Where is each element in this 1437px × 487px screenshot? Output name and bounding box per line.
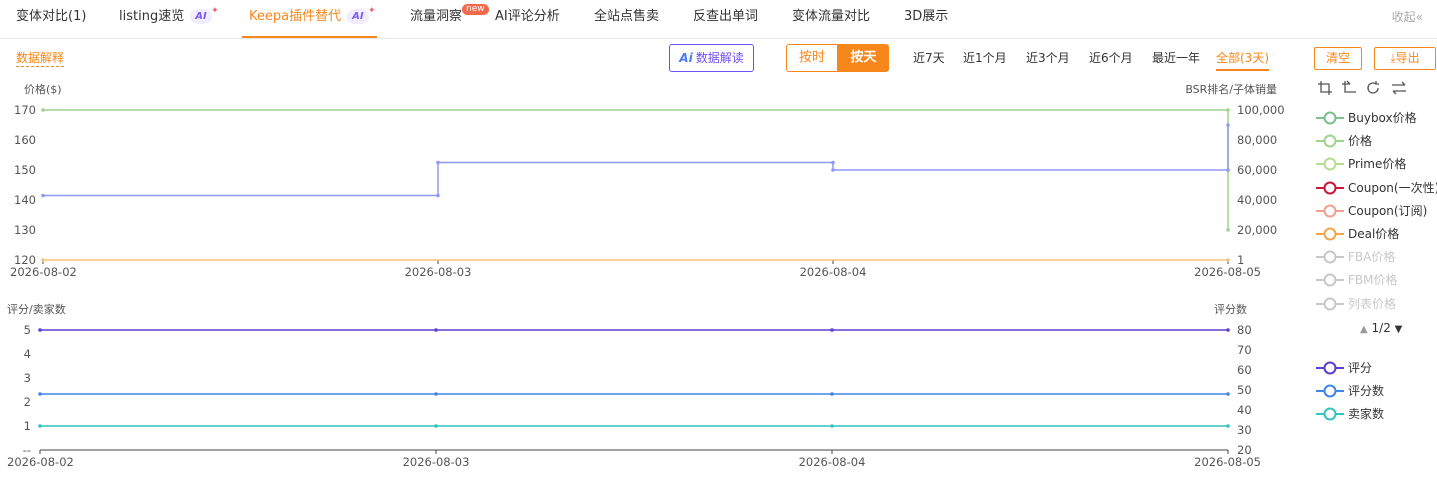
series-point <box>831 160 835 165</box>
legend-label: FBM价格 <box>1348 273 1398 288</box>
x-tick-label: 2026-08-04 <box>800 265 867 279</box>
series-point <box>1226 168 1230 172</box>
export-label: 导出 <box>1395 51 1420 65</box>
series-point <box>436 193 440 198</box>
y-axis-right-title: BSR排名/子体销量 <box>1185 82 1277 96</box>
legend-marker-icon <box>1316 111 1344 125</box>
x-tick-label: 2026-08-03 <box>403 455 470 469</box>
legend-label: Coupon(一次性) <box>1348 180 1437 195</box>
series-point <box>830 328 834 332</box>
series-point <box>1226 424 1230 428</box>
y-axis-right-title: 评分数 <box>1214 303 1247 316</box>
price-bsr-chart: 价格($) BSR排名/子体销量170160150140130120100,000… <box>10 82 1285 279</box>
rating-chart: 评分/卖家数 评分数54321--807060504030202026-08-02… <box>7 302 1261 469</box>
series-point <box>1226 108 1230 112</box>
series-point <box>436 160 440 165</box>
clear-button[interactable]: 清空 <box>1314 47 1362 70</box>
series-point <box>41 193 45 198</box>
legend-label: 评分 <box>1348 361 1373 375</box>
series-point <box>830 424 834 428</box>
y-axis-left-title: 评分/卖家数 <box>7 302 66 316</box>
legend-marker-icon <box>1316 204 1344 218</box>
x-tick-label: 2026-08-04 <box>799 455 866 469</box>
series-point <box>41 258 45 262</box>
y-axis-left-title: 价格($) <box>24 82 62 96</box>
legend-pager: ▲ 1/2 ▼ <box>1360 320 1402 338</box>
series-point <box>38 424 42 428</box>
y-tick-right: 80,000 <box>1237 133 1277 147</box>
export-button[interactable]: ⤓导出 <box>1374 47 1436 70</box>
legend-label: 卖家数 <box>1348 407 1385 421</box>
y-tick-left: 150 <box>14 163 36 177</box>
x-tick-label: 2026-08-03 <box>405 265 472 279</box>
series-point <box>38 392 42 396</box>
x-tick-label: 2026-08-02 <box>10 265 77 279</box>
y-tick-right: 80 <box>1237 323 1252 337</box>
y-tick-left: 140 <box>14 193 36 207</box>
y-tick-right: 40,000 <box>1237 193 1277 207</box>
crop-icon[interactable] <box>1317 80 1333 96</box>
series-point <box>38 328 42 332</box>
series-point <box>1226 123 1230 127</box>
legend-marker-icon <box>1316 407 1344 421</box>
legend-marker-icon <box>1316 181 1344 195</box>
swap-icon[interactable] <box>1391 80 1407 96</box>
y-tick-right: 60,000 <box>1237 163 1277 177</box>
legend-marker-icon <box>1316 227 1344 241</box>
legend-marker-icon <box>1316 297 1344 311</box>
legend-label: 价格 <box>1348 134 1373 149</box>
arrow-down-icon[interactable]: ▼ <box>1395 324 1403 335</box>
series-point <box>1226 228 1230 232</box>
collapse-button[interactable]: 收起« <box>1392 8 1423 25</box>
y-tick-right: 40 <box>1237 403 1252 417</box>
y-tick-left: 3 <box>24 371 31 385</box>
y-tick-left: 5 <box>24 323 31 337</box>
legend-label: Coupon(订阅) <box>1348 203 1428 218</box>
series-point <box>1226 328 1230 332</box>
y-tick-right: 100,000 <box>1237 103 1285 117</box>
series-point <box>434 328 438 332</box>
series-point <box>1226 258 1230 262</box>
y-tick-right: 50 <box>1237 383 1252 397</box>
y-tick-right: 30 <box>1237 423 1252 437</box>
y-tick-left: 1 <box>24 419 31 433</box>
charts: 价格($) BSR排名/子体销量170160150140130120100,000… <box>7 82 1285 469</box>
legend-marker-icon <box>1316 134 1344 148</box>
x-tick-label: 2026-08-05 <box>1194 265 1261 279</box>
y-tick-left: 130 <box>14 223 36 237</box>
arrow-up-icon[interactable]: ▲ <box>1360 324 1368 335</box>
legend-marker-icon <box>1316 361 1344 375</box>
y-tick-right: 60 <box>1237 363 1252 377</box>
y-tick-right: 20,000 <box>1237 223 1277 237</box>
legend-marker-icon <box>1316 273 1344 287</box>
legend-label: FBA价格 <box>1348 250 1396 265</box>
legend-marker-icon <box>1316 384 1344 398</box>
pager-text: 1/2 <box>1371 321 1391 335</box>
y-tick-right: 70 <box>1237 343 1252 357</box>
series-point <box>434 424 438 428</box>
legend-label: 评分数 <box>1348 384 1385 398</box>
legend-marker-icon <box>1316 157 1344 171</box>
series-point <box>41 108 45 112</box>
series-point <box>831 168 835 172</box>
series-line <box>43 125 1229 197</box>
series-point <box>830 392 834 396</box>
y-tick-left: 160 <box>14 133 36 147</box>
x-tick-label: 2026-08-05 <box>1194 455 1261 469</box>
legend-label: Prime价格 <box>1348 157 1407 172</box>
x-tick-label: 2026-08-02 <box>7 455 74 469</box>
crop-alt-icon[interactable] <box>1341 80 1357 96</box>
series-point <box>434 392 438 396</box>
legend-label: Buybox价格 <box>1348 111 1417 125</box>
y-tick-left: 2 <box>24 395 31 409</box>
chevron-double-left-icon: « <box>1415 10 1423 24</box>
legend-label: Deal价格 <box>1348 227 1400 241</box>
refresh-icon[interactable] <box>1365 80 1381 96</box>
y-tick-left: 4 <box>24 347 31 361</box>
legend-label: 列表价格 <box>1348 296 1397 311</box>
legend-marker-icon <box>1316 250 1344 264</box>
y-tick-left: 170 <box>14 103 36 117</box>
series-point <box>1226 392 1230 396</box>
